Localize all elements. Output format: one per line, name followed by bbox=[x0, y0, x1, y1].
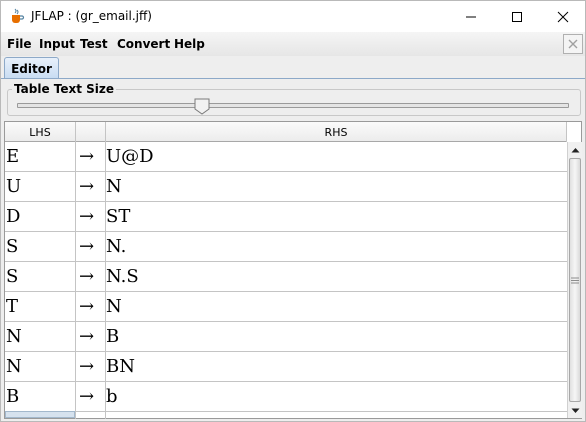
lhs-cell[interactable]: B bbox=[6, 382, 75, 412]
rhs-cell[interactable]: N.S bbox=[106, 262, 566, 292]
lhs-cell[interactable]: S bbox=[6, 232, 75, 262]
close-button[interactable] bbox=[540, 1, 586, 32]
tab-editor[interactable]: Editor bbox=[4, 57, 59, 79]
rhs-cell[interactable]: N bbox=[106, 172, 566, 202]
vertical-scrollbar[interactable] bbox=[567, 142, 582, 418]
lhs-cell[interactable]: T bbox=[6, 292, 75, 322]
minimize-button[interactable] bbox=[448, 1, 494, 32]
maximize-button[interactable] bbox=[494, 1, 540, 32]
lhs-cell[interactable]: S bbox=[6, 262, 75, 292]
lhs-cell[interactable]: U bbox=[6, 172, 75, 202]
table-row[interactable]: N → B bbox=[5, 322, 567, 352]
table-header: LHS RHS bbox=[5, 122, 567, 142]
scroll-down-button[interactable] bbox=[568, 403, 583, 418]
chevron-up-icon bbox=[571, 147, 580, 152]
tab-divider bbox=[1, 78, 585, 79]
menu-test[interactable]: Test bbox=[80, 37, 108, 51]
window-title: JFLAP : (gr_email.jff) bbox=[31, 9, 152, 23]
table-body: E → U@D U → N D → ST S → N. S → N.S T → … bbox=[5, 142, 567, 412]
rhs-cell[interactable]: ST bbox=[106, 202, 566, 232]
arrow-cell: → bbox=[79, 266, 95, 287]
menu-input[interactable]: Input bbox=[39, 37, 75, 51]
rhs-cell[interactable]: BN bbox=[106, 352, 566, 382]
maximize-icon bbox=[512, 11, 522, 22]
grip-icon bbox=[571, 277, 579, 283]
rhs-cell[interactable]: N bbox=[106, 292, 566, 322]
table-row[interactable]: N → BN bbox=[5, 352, 567, 382]
java-cup-icon bbox=[12, 8, 25, 23]
table-row[interactable]: D → ST bbox=[5, 202, 567, 232]
arrow-cell: → bbox=[79, 326, 95, 347]
text-size-slider-track[interactable] bbox=[17, 103, 569, 108]
menu-convert[interactable]: Convert bbox=[117, 37, 170, 51]
column-header-lhs[interactable]: LHS bbox=[5, 122, 76, 142]
arrow-cell: → bbox=[79, 296, 95, 317]
arrow-cell: → bbox=[79, 236, 95, 257]
table-text-size-label: Table Text Size bbox=[12, 82, 117, 96]
column-header-arrow[interactable] bbox=[76, 122, 106, 142]
chevron-down-icon bbox=[571, 408, 580, 413]
table-row[interactable]: U → N bbox=[5, 172, 567, 202]
table-row[interactable]: T → N bbox=[5, 292, 567, 322]
lhs-cell[interactable]: E bbox=[6, 142, 75, 172]
column-divider bbox=[75, 142, 76, 419]
column-divider bbox=[105, 142, 106, 419]
menu-file[interactable]: File bbox=[7, 37, 32, 51]
rhs-cell[interactable]: N. bbox=[106, 232, 566, 262]
table-row[interactable]: B → b bbox=[5, 382, 567, 412]
table-row[interactable]: S → N. bbox=[5, 232, 567, 262]
arrow-cell: → bbox=[79, 356, 95, 377]
menu-bar: File Input Test Convert Help bbox=[1, 32, 585, 56]
rhs-cell[interactable]: U@D bbox=[106, 142, 566, 172]
lhs-cell[interactable]: N bbox=[6, 322, 75, 352]
arrow-cell: → bbox=[79, 206, 95, 227]
arrow-cell: → bbox=[79, 386, 95, 407]
close-icon bbox=[568, 39, 578, 49]
close-icon bbox=[557, 11, 569, 22]
close-tab-button[interactable] bbox=[563, 34, 583, 54]
menu-help[interactable]: Help bbox=[174, 37, 205, 51]
table-row[interactable]: E → U@D bbox=[5, 142, 567, 172]
grammar-table: LHS RHS E → U@D U → N D → ST S → N. S → … bbox=[4, 121, 582, 419]
arrow-cell: → bbox=[79, 176, 95, 197]
table-row[interactable]: S → N.S bbox=[5, 262, 567, 292]
arrow-cell: → bbox=[79, 146, 95, 167]
rhs-cell[interactable]: b bbox=[106, 382, 566, 412]
slider-thumb[interactable] bbox=[194, 98, 210, 115]
lhs-cell[interactable]: N bbox=[6, 352, 75, 382]
jflap-window: JFLAP : (gr_email.jff) File Input Test C… bbox=[0, 0, 586, 422]
title-bar[interactable]: JFLAP : (gr_email.jff) bbox=[1, 1, 585, 32]
lhs-cell[interactable]: D bbox=[6, 202, 75, 232]
rhs-cell[interactable]: B bbox=[106, 322, 566, 352]
column-header-rhs[interactable]: RHS bbox=[106, 122, 567, 142]
scroll-up-button[interactable] bbox=[568, 142, 583, 157]
row-edit-stub bbox=[5, 411, 75, 418]
minimize-icon bbox=[466, 16, 476, 17]
scrollbar-thumb[interactable] bbox=[569, 158, 581, 402]
